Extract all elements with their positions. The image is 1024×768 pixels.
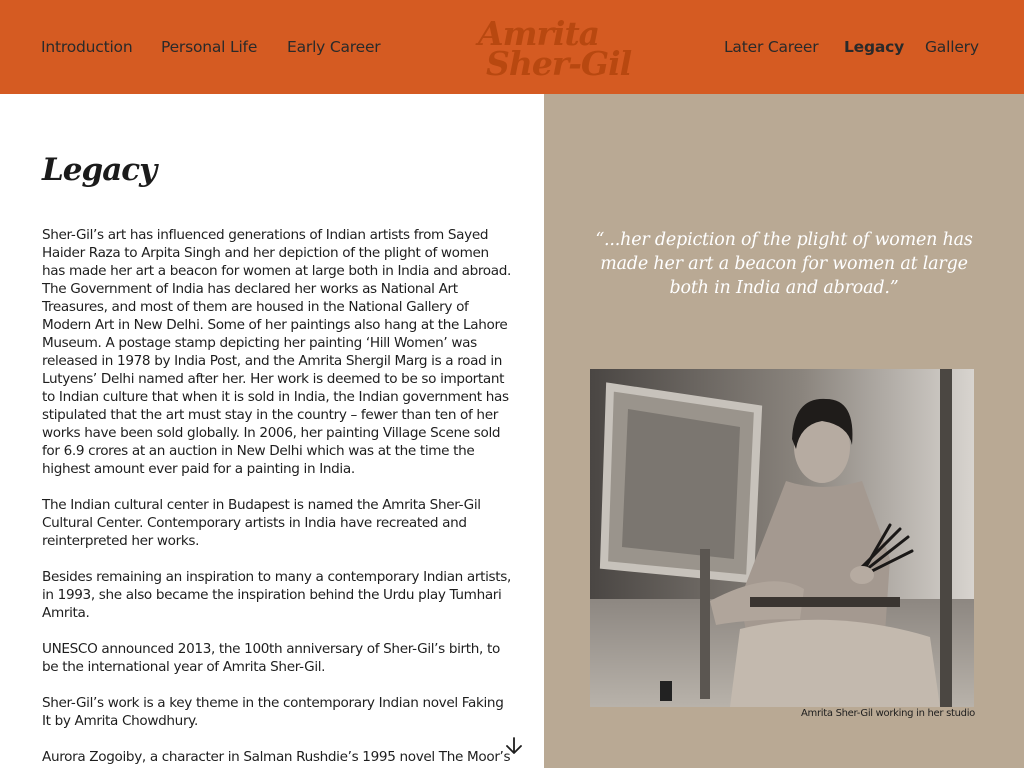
arrow-down-icon[interactable] (504, 736, 524, 756)
nav-legacy[interactable]: Legacy (844, 38, 904, 56)
paragraph: Sher-Gil’s work is a key theme in the co… (42, 695, 504, 729)
photo-caption: Amrita Sher-Gil working in her studio (801, 708, 975, 719)
logo-line-2: Sher-Gil (486, 44, 632, 83)
nav-later-career[interactable]: Later Career (724, 38, 819, 56)
nav-personal-life[interactable]: Personal Life (161, 38, 257, 56)
site-logo[interactable]: Amrita Sher-Gil (456, 14, 632, 86)
page-title: Legacy (42, 152, 157, 188)
article-body: Sher-Gil’s art has influenced generation… (42, 226, 512, 768)
main-content: Legacy Sher-Gil’s art has influenced gen… (0, 94, 544, 768)
nav-introduction[interactable]: Introduction (41, 38, 133, 56)
paragraph: Aurora Zogoiby, a character in Salman Ru… (42, 749, 511, 768)
paragraph: Sher-Gil’s art has influenced generation… (42, 227, 511, 477)
paragraph: UNESCO announced 2013, the 100th anniver… (42, 641, 500, 675)
paragraph: Besides remaining an inspiration to many… (42, 569, 511, 621)
pull-quote: “...her depiction of the plight of women… (595, 230, 973, 298)
nav-gallery[interactable]: Gallery (925, 38, 979, 56)
nav-early-career[interactable]: Early Career (287, 38, 381, 56)
artist-photo (590, 369, 974, 707)
paragraph: The Indian cultural center in Budapest i… (42, 497, 481, 549)
site-header: Introduction Personal Life Early Career … (0, 0, 1024, 94)
aside-panel: “...her depiction of the plight of women… (544, 94, 1024, 768)
